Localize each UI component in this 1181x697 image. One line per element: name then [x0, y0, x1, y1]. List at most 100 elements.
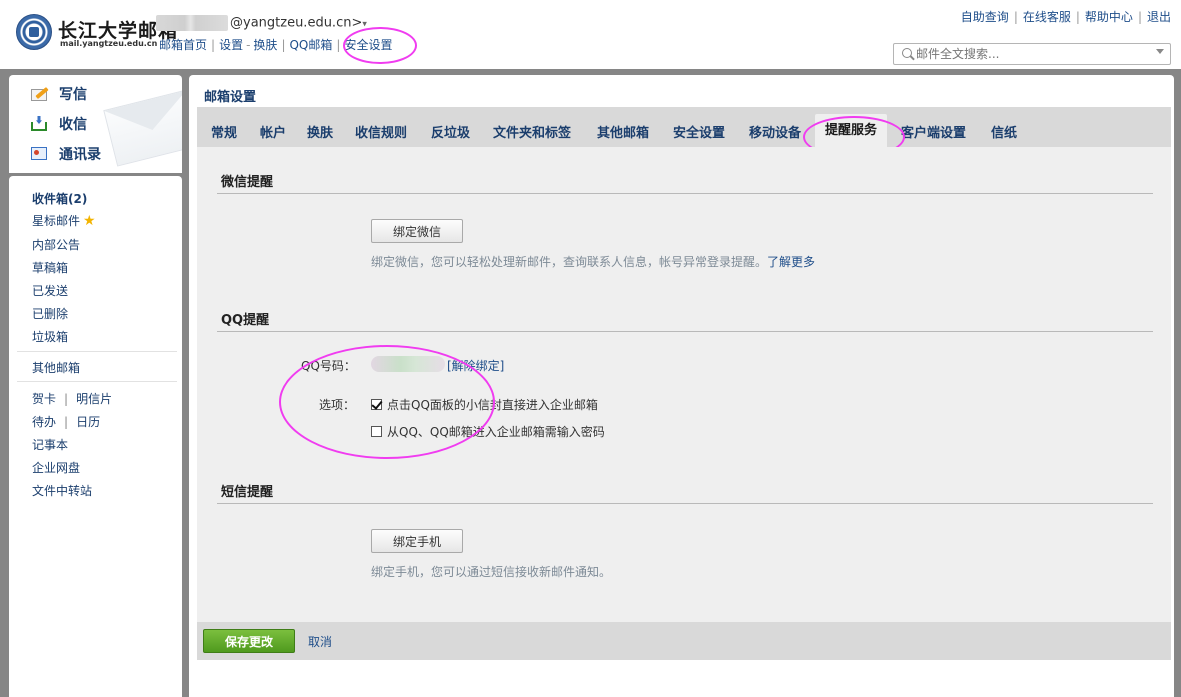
- logo-domain: mail.yangtzeu.edu.cn: [60, 39, 158, 48]
- logo[interactable]: 长江大学邮箱 mail.yangtzeu.edu.cn: [16, 14, 177, 54]
- divider: |: [211, 38, 216, 52]
- checkbox-checked[interactable]: [371, 399, 382, 410]
- qq-number-label: QQ号码：: [301, 359, 356, 373]
- envelope-decoration-icon: [103, 89, 182, 167]
- contacts-label: 通讯录: [59, 147, 101, 163]
- tab-account[interactable]: 帐户: [260, 122, 286, 141]
- link-logout[interactable]: 退出: [1147, 10, 1171, 24]
- sidebar-item-other-mailbox[interactable]: 其他邮箱: [32, 359, 80, 376]
- settings-content: 微信提醒 绑定微信 绑定微信，您可以轻松处理新邮件，查询联系人信息，帐号异常登录…: [197, 147, 1171, 622]
- contacts-icon: [31, 146, 49, 162]
- sidebar-item-deleted[interactable]: 已删除: [32, 305, 68, 322]
- nav-mail-home[interactable]: 邮箱首页: [159, 38, 207, 52]
- sidebar-item-drafts[interactable]: 草稿箱: [32, 259, 68, 276]
- settings-tabs: 常规 帐户 换肤 收信规则 反垃圾 文件夹和标签 其他邮箱 安全设置 移动设备 …: [197, 107, 1171, 147]
- tab-anti-spam[interactable]: 反垃圾: [431, 122, 470, 141]
- bind-wechat-button[interactable]: 绑定微信: [371, 219, 463, 243]
- nav-qqmail[interactable]: QQ邮箱: [289, 38, 332, 52]
- section-title-wechat: 微信提醒: [221, 175, 274, 190]
- option-require-password[interactable]: 从QQ、QQ邮箱进入企业邮箱需输入密码: [371, 423, 605, 440]
- link-online-service[interactable]: 在线客服: [1023, 10, 1071, 24]
- divider: |: [64, 392, 69, 406]
- divider: |: [1013, 10, 1018, 24]
- section-title-qq: QQ提醒: [221, 313, 270, 328]
- sidebar-item-sent[interactable]: 已发送: [32, 282, 68, 299]
- options-label: 选项：: [319, 398, 356, 412]
- sidebar-item-greeting-card[interactable]: 贺卡: [32, 392, 56, 406]
- divider: |: [336, 38, 341, 52]
- tab-general[interactable]: 常规: [211, 122, 237, 141]
- tab-security[interactable]: 安全设置: [673, 122, 725, 141]
- unbind-qq-link[interactable]: [解除绑定]: [447, 357, 504, 374]
- tab-client-settings[interactable]: 客户端设置: [901, 122, 966, 141]
- option-label: 从QQ、QQ邮箱进入企业邮箱需输入密码: [387, 425, 605, 439]
- sidebar-item-announcement[interactable]: 内部公告: [32, 236, 80, 253]
- tab-other-mailbox[interactable]: 其他邮箱: [597, 122, 649, 141]
- tab-mobile-devices[interactable]: 移动设备: [749, 122, 801, 141]
- divider: [217, 503, 1153, 504]
- tab-skin[interactable]: 换肤: [307, 122, 333, 141]
- nav-settings[interactable]: 设置: [219, 38, 243, 52]
- link-help-center[interactable]: 帮助中心: [1085, 10, 1133, 24]
- settings-panel: 邮箱设置 常规 帐户 换肤 收信规则 反垃圾 文件夹和标签 其他邮箱 安全设置 …: [189, 75, 1174, 697]
- save-button[interactable]: 保存更改: [203, 629, 295, 653]
- tab-notification-service[interactable]: 提醒服务: [815, 114, 888, 147]
- sms-hint: 绑定手机，您可以通过短信接收新邮件通知。: [371, 565, 612, 579]
- sidebar-folders: 收件箱(2) 星标邮件 ★ 内部公告 草稿箱 已发送 已删除 垃圾箱 其他邮箱 贺…: [9, 176, 182, 697]
- top-nav: 邮箱首页 | 设置 - 换肤 | QQ邮箱 | 安全设置: [159, 36, 392, 53]
- wechat-hint: 绑定微信，您可以轻松处理新邮件，查询联系人信息，帐号异常登录提醒。了解更多: [371, 253, 815, 270]
- nav-skin[interactable]: 换肤: [253, 38, 277, 52]
- divider: |: [1137, 10, 1142, 24]
- tab-stationery[interactable]: 信纸: [991, 122, 1017, 141]
- top-header: 长江大学邮箱 mail.yangtzeu.edu.cn @yangtzeu.ed…: [0, 0, 1181, 70]
- tab-mail-rules[interactable]: 收信规则: [355, 122, 407, 141]
- sidebar-item-transfer[interactable]: 文件中转站: [32, 482, 92, 499]
- divider: |: [281, 38, 286, 52]
- tab-folders-labels[interactable]: 文件夹和标签: [493, 122, 571, 141]
- section-title-sms: 短信提醒: [221, 485, 274, 500]
- search-box[interactable]: [893, 43, 1171, 65]
- divider: |: [1075, 10, 1080, 24]
- learn-more-link[interactable]: 了解更多: [767, 255, 815, 269]
- search-icon: [902, 48, 912, 58]
- chevron-down-icon[interactable]: ▾: [362, 20, 367, 30]
- sidebar-item-notes[interactable]: 记事本: [32, 436, 68, 453]
- divider: -: [246, 38, 251, 52]
- compose-label: 写信: [59, 87, 87, 103]
- divider: [17, 351, 177, 352]
- sidebar-item-label: 星标邮件: [32, 214, 81, 228]
- cancel-button[interactable]: 取消: [308, 633, 332, 650]
- wechat-hint-text: 绑定微信，您可以轻松处理新邮件，查询联系人信息，帐号异常登录提醒。: [371, 255, 768, 269]
- option-label: 点击QQ面板的小信封直接进入企业邮箱: [387, 398, 598, 412]
- search-input[interactable]: [916, 45, 1146, 63]
- divider: |: [64, 415, 69, 429]
- footer-bar: 保存更改 取消: [197, 622, 1171, 660]
- compose-button[interactable]: 写信: [31, 81, 87, 107]
- sidebar-item-netdisk[interactable]: 企业网盘: [32, 459, 80, 476]
- user-email-suffix: @yangtzeu.edu.cn>: [230, 15, 363, 31]
- sidebar-item-calendar[interactable]: 日历: [76, 415, 100, 429]
- sidebar-item-starred[interactable]: 星标邮件 ★: [32, 212, 96, 229]
- receive-button[interactable]: 收信: [31, 111, 87, 137]
- sidebar-item-inbox[interactable]: 收件箱(2): [32, 190, 87, 207]
- link-self-query[interactable]: 自助查询: [961, 10, 1009, 24]
- redacted-qq-number: [371, 356, 445, 372]
- university-seal-icon: [16, 14, 52, 50]
- nav-security-settings[interactable]: 安全设置: [344, 38, 392, 52]
- user-account[interactable]: @yangtzeu.edu.cn>▾: [156, 15, 367, 31]
- contacts-button[interactable]: 通讯录: [31, 141, 101, 167]
- inbox-download-icon: [31, 116, 49, 132]
- search-dropdown-icon[interactable]: [1156, 49, 1164, 54]
- bind-phone-button[interactable]: 绑定手机: [371, 529, 463, 553]
- divider: [17, 381, 177, 382]
- checkbox-unchecked[interactable]: [371, 426, 382, 437]
- divider: [217, 331, 1153, 332]
- sidebar-actions: 写信 收信 通讯录: [9, 75, 182, 173]
- redacted-username: [156, 15, 228, 31]
- sidebar-item-todo[interactable]: 待办: [32, 415, 56, 429]
- sidebar-item-postcard[interactable]: 明信片: [76, 392, 112, 406]
- sidebar-item-spam[interactable]: 垃圾箱: [32, 328, 68, 345]
- option-open-from-qq-panel[interactable]: 点击QQ面板的小信封直接进入企业邮箱: [371, 396, 598, 413]
- divider: [217, 193, 1153, 194]
- sidebar-row-cards: 贺卡 | 明信片: [32, 390, 112, 407]
